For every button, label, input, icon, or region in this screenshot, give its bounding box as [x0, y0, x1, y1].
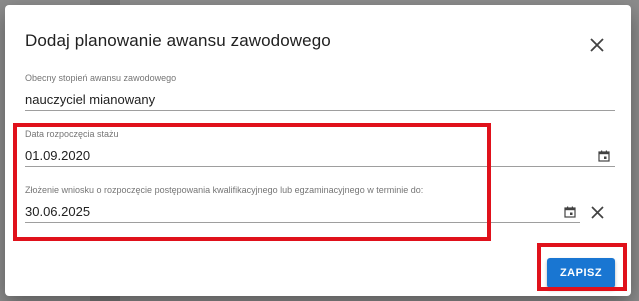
clear-icon: [590, 205, 604, 219]
current-degree-field[interactable]: Obecny stopień awansu zawodowego nauczyc…: [25, 73, 615, 115]
application-deadline-field[interactable]: Złożenie wniosku o rozpoczęcie postępowa…: [25, 185, 580, 227]
calendar-icon[interactable]: [597, 149, 611, 163]
current-degree-label: Obecny stopień awansu zawodowego: [25, 73, 177, 83]
internship-start-date-value: 01.09.2020: [25, 148, 91, 163]
close-dialog-button[interactable]: [585, 33, 609, 57]
calendar-icon[interactable]: [563, 205, 577, 219]
clear-date-button[interactable]: [587, 202, 607, 222]
save-button[interactable]: ZAPISZ: [547, 258, 615, 288]
current-degree-value: nauczyciel mianowany: [25, 92, 156, 107]
current-degree-underline: [25, 110, 615, 111]
dialog-title: Dodaj planowanie awansu zawodowego: [25, 31, 331, 50]
close-icon: [590, 38, 604, 52]
internship-start-date-label: Data rozpoczęcia stażu: [25, 129, 119, 139]
application-deadline-value: 30.06.2025: [25, 204, 91, 219]
application-deadline-underline: [25, 222, 580, 223]
application-deadline-label: Złożenie wniosku o rozpoczęcie postępowa…: [25, 185, 424, 195]
add-promotion-plan-dialog: Dodaj planowanie awansu zawodowego Obecn…: [5, 5, 631, 296]
internship-start-date-field[interactable]: Data rozpoczęcia stażu 01.09.2020: [25, 129, 615, 171]
internship-start-date-underline: [25, 166, 615, 167]
